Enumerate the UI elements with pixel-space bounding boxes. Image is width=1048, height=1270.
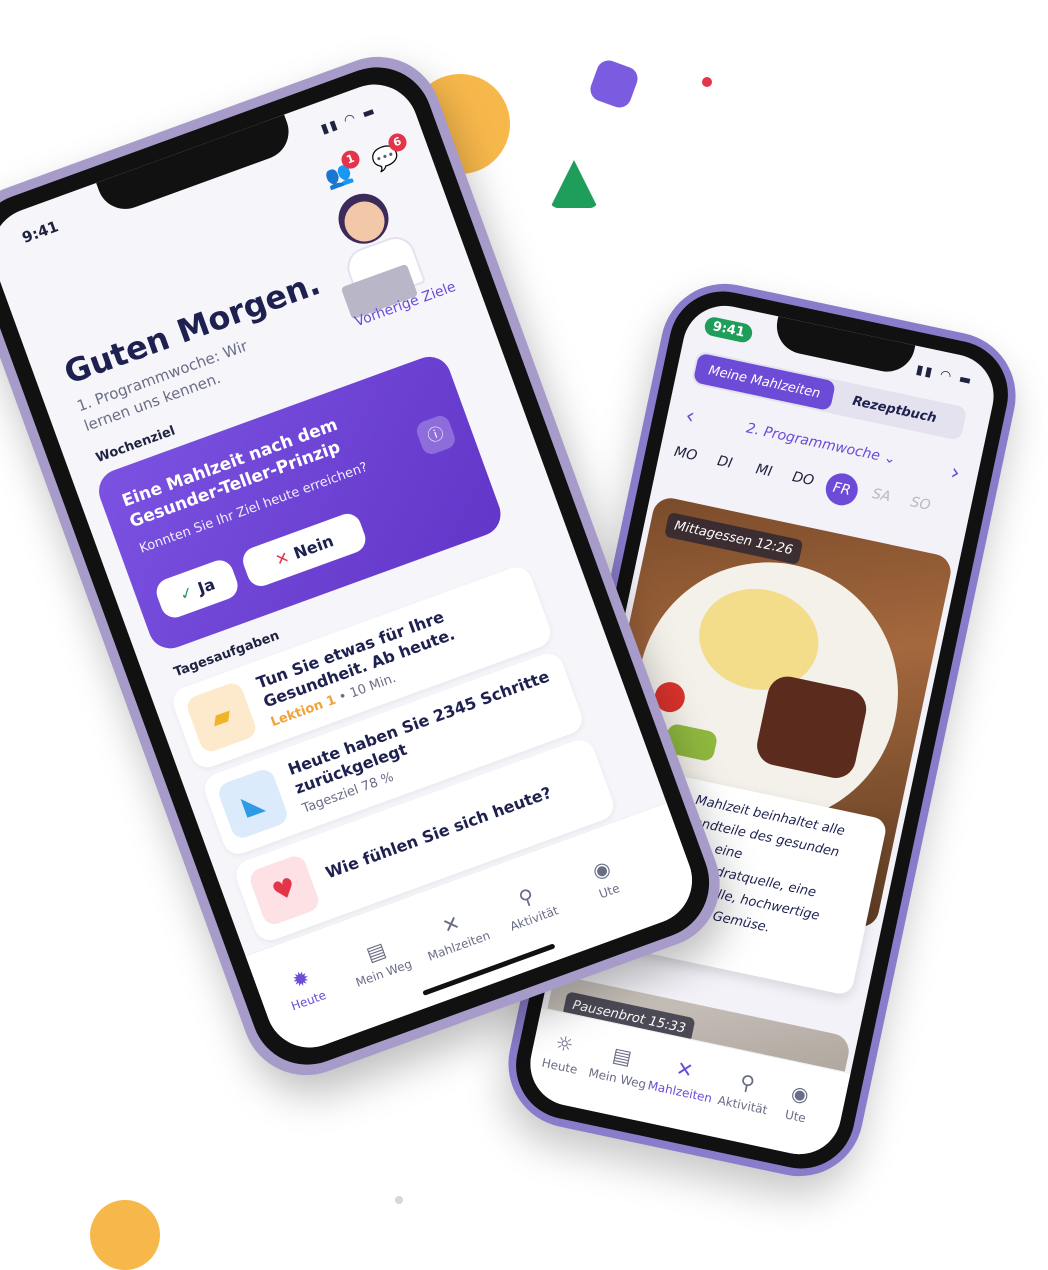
tab-aktivitaet[interactable]: ⚲ Aktivität (711, 1064, 780, 1118)
tab-label: Ute (597, 881, 622, 902)
chat-icon[interactable]: 💬 6 (369, 130, 410, 175)
sneaker-icon: ◣ (215, 766, 291, 841)
tab-rezeptbuch[interactable]: Rezeptbuch (828, 381, 961, 437)
day-sa[interactable]: SA (864, 485, 899, 507)
tab-mahlzeiten[interactable]: ✕ Mahlzeiten (644, 1050, 721, 1106)
day-mo[interactable]: MO (668, 443, 703, 465)
user-icon: ◉ (789, 1080, 812, 1108)
status-icons: ▮▮ ◠ ▬ (914, 362, 975, 390)
chevron-right-icon[interactable]: › (948, 460, 962, 486)
tab-mein-weg[interactable]: ▤ Mein Weg (334, 927, 424, 994)
today-screen: 9:41 ▮▮ ◠ ▬ 👥 1 💬 6 Guten Morgen. 1. Pro… (0, 72, 705, 1060)
day-do[interactable]: DO (786, 468, 821, 490)
check-icon: ✓ (176, 581, 196, 605)
yes-label: Ja (195, 573, 218, 598)
tab-aktivitaet[interactable]: ⚲ Aktivität (485, 872, 575, 939)
status-time: 9:41 (703, 315, 755, 345)
week-selector-label: 2. Programmwoche (744, 420, 882, 465)
chat-badge: 6 (385, 130, 410, 155)
community-badge: 1 (338, 148, 363, 172)
no-button[interactable]: ✕ Nein (239, 509, 370, 590)
red-dot-decoration (702, 77, 712, 87)
tab-label: Heute (540, 1055, 579, 1077)
tab-meine-mahlzeiten[interactable]: Meine Mahlzeiten (692, 352, 837, 412)
no-label: Nein (290, 530, 336, 563)
community-icon[interactable]: 👥 1 (322, 148, 363, 193)
yes-button[interactable]: ✓ Ja (152, 556, 242, 622)
week-selector[interactable]: 2. Programmwoche ⌄ (745, 420, 897, 467)
tab-ute[interactable]: ◉ Ute (560, 845, 650, 912)
status-icons: ▮▮ ◠ ▬ (318, 103, 379, 138)
tab-ute[interactable]: ◉ Ute (769, 1077, 827, 1128)
chevron-down-icon: ⌄ (882, 449, 898, 468)
grey-dot-decoration (395, 1196, 403, 1204)
heart-icon: ♥ (247, 853, 322, 928)
day-mi[interactable]: MI (747, 460, 782, 482)
chevron-left-icon[interactable]: ‹ (683, 404, 697, 430)
status-time: 9:41 (19, 217, 61, 247)
book-icon: ▰ (184, 680, 259, 755)
tab-heute[interactable]: ✹ Heute (259, 954, 349, 1021)
day-di[interactable]: DI (708, 451, 743, 473)
tab-mahlzeiten[interactable]: ✕ Mahlzeiten (409, 899, 499, 966)
cross-icon: ✕ (272, 546, 292, 570)
green-triangle-decoration (550, 160, 598, 208)
yellow-circle-bottom-decoration (90, 1200, 160, 1270)
purple-hexagon-decoration (587, 57, 641, 111)
day-so[interactable]: SO (903, 493, 938, 515)
day-fr[interactable]: FR (822, 470, 861, 509)
meal-tag: Mittagessen 12:26 (664, 511, 803, 565)
tab-label: Ute (783, 1107, 808, 1126)
tab-mein-weg[interactable]: ▤ Mein Weg (586, 1038, 655, 1092)
